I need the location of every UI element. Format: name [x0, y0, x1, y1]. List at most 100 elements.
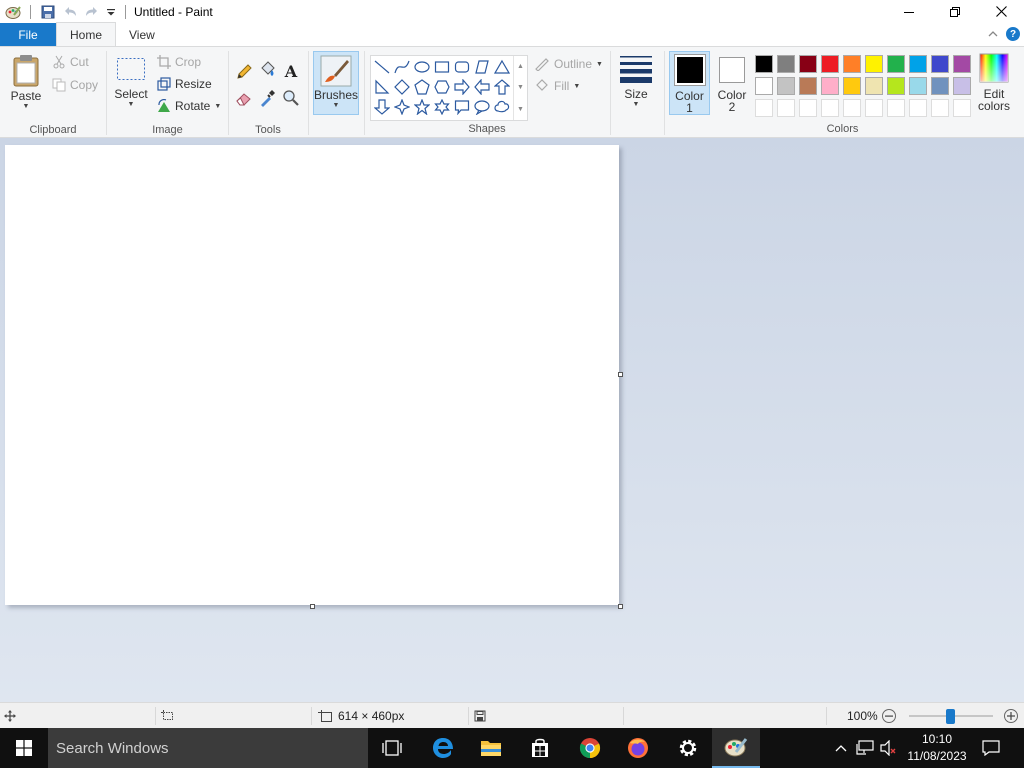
system-clock[interactable]: 10:10 11/08/2023: [898, 731, 976, 765]
palette-swatch[interactable]: [819, 53, 841, 75]
zoom-out-button[interactable]: [882, 709, 896, 723]
palette-swatch[interactable]: [797, 75, 819, 97]
curve-shape-icon[interactable]: [392, 57, 412, 77]
tab-home[interactable]: Home: [56, 22, 117, 46]
color2-button[interactable]: Color 2: [712, 51, 752, 115]
palette-swatch[interactable]: [885, 53, 907, 75]
help-icon[interactable]: ?: [1006, 27, 1020, 41]
resize-button[interactable]: Resize: [157, 74, 212, 94]
fill-button[interactable]: Fill ▼: [534, 76, 580, 96]
select-button[interactable]: Select ▼: [113, 57, 149, 108]
crop-button[interactable]: Crop: [157, 52, 201, 72]
edge-browser-icon[interactable]: [419, 728, 467, 768]
palette-empty-swatch[interactable]: [819, 97, 841, 119]
up-arrow-shape-icon[interactable]: [492, 77, 512, 97]
palette-swatch[interactable]: [775, 75, 797, 97]
paste-button[interactable]: Paste ▼: [6, 53, 46, 110]
taskbar-search-box[interactable]: Search Windows: [48, 728, 368, 768]
right-arrow-shape-icon[interactable]: [452, 77, 472, 97]
tab-view[interactable]: View: [116, 23, 168, 46]
shapes-scrollbar[interactable]: ▲ ▼ ▼: [513, 56, 527, 120]
network-icon[interactable]: [854, 728, 876, 768]
redo-icon[interactable]: [81, 1, 103, 23]
drawing-canvas[interactable]: [5, 145, 619, 605]
settings-gear-icon[interactable]: [664, 728, 712, 768]
five-point-star-shape-icon[interactable]: [412, 97, 432, 117]
palette-swatch[interactable]: [753, 53, 775, 75]
pentagon-shape-icon[interactable]: [412, 77, 432, 97]
rectangle-shape-icon[interactable]: [432, 57, 452, 77]
firefox-icon[interactable]: [614, 728, 662, 768]
notifications-icon[interactable]: [978, 728, 1004, 768]
restore-button[interactable]: [932, 0, 978, 23]
palette-empty-swatch[interactable]: [753, 97, 775, 119]
rect-callout-shape-icon[interactable]: [452, 97, 472, 117]
down-arrow-shape-icon[interactable]: [372, 97, 392, 117]
oval-shape-icon[interactable]: [412, 57, 432, 77]
zoom-in-button[interactable]: [1004, 709, 1018, 723]
six-point-star-shape-icon[interactable]: [432, 97, 452, 117]
polygon-shape-icon[interactable]: [472, 57, 492, 77]
canvas-resize-handle-right[interactable]: [618, 372, 623, 377]
size-button[interactable]: Size ▼: [616, 53, 656, 108]
zoom-slider-thumb[interactable]: [946, 709, 955, 724]
palette-empty-swatch[interactable]: [841, 97, 863, 119]
save-icon[interactable]: [37, 1, 59, 23]
palette-swatch[interactable]: [841, 75, 863, 97]
palette-swatch[interactable]: [863, 53, 885, 75]
palette-empty-swatch[interactable]: [775, 97, 797, 119]
scroll-down-icon[interactable]: ▼: [517, 84, 524, 91]
paint-app-icon[interactable]: [2, 1, 24, 23]
palette-swatch[interactable]: [929, 75, 951, 97]
left-arrow-shape-icon[interactable]: [472, 77, 492, 97]
canvas-resize-handle-bottom[interactable]: [310, 604, 315, 609]
close-button[interactable]: [978, 0, 1024, 23]
triangle-shape-icon[interactable]: [492, 57, 512, 77]
color-picker-icon[interactable]: [256, 87, 278, 109]
line-shape-icon[interactable]: [372, 57, 392, 77]
edit-colors-button[interactable]: Edit colors: [975, 53, 1013, 112]
palette-swatch[interactable]: [907, 53, 929, 75]
palette-empty-swatch[interactable]: [929, 97, 951, 119]
fill-bucket-icon[interactable]: [256, 59, 278, 81]
palette-swatch[interactable]: [819, 75, 841, 97]
rounded-rectangle-shape-icon[interactable]: [452, 57, 472, 77]
store-icon[interactable]: [516, 728, 564, 768]
right-triangle-shape-icon[interactable]: [372, 77, 392, 97]
rotate-button[interactable]: Rotate ▼: [157, 96, 221, 116]
magnifier-icon[interactable]: [280, 87, 302, 109]
minimize-button[interactable]: [886, 0, 932, 23]
oval-callout-shape-icon[interactable]: [472, 97, 492, 117]
scroll-up-icon[interactable]: ▲: [517, 63, 524, 70]
diamond-shape-icon[interactable]: [392, 77, 412, 97]
shapes-more-icon[interactable]: ▼: [517, 106, 524, 113]
hexagon-shape-icon[interactable]: [432, 77, 452, 97]
chrome-icon[interactable]: [566, 728, 614, 768]
pencil-icon[interactable]: [233, 61, 255, 83]
text-tool-icon[interactable]: A: [280, 60, 302, 82]
four-point-star-shape-icon[interactable]: [392, 97, 412, 117]
palette-swatch[interactable]: [753, 75, 775, 97]
palette-swatch[interactable]: [929, 53, 951, 75]
color1-button[interactable]: Color 1: [669, 51, 710, 115]
eraser-icon[interactable]: [233, 87, 255, 109]
customize-qat-icon[interactable]: [103, 1, 119, 23]
palette-swatch[interactable]: [863, 75, 885, 97]
undo-icon[interactable]: [59, 1, 81, 23]
palette-swatch[interactable]: [951, 53, 973, 75]
palette-empty-swatch[interactable]: [797, 97, 819, 119]
palette-empty-swatch[interactable]: [885, 97, 907, 119]
outline-button[interactable]: Outline ▼: [534, 54, 603, 74]
brushes-button[interactable]: Brushes ▼: [313, 51, 359, 115]
palette-swatch[interactable]: [907, 75, 929, 97]
palette-swatch[interactable]: [797, 53, 819, 75]
copy-button[interactable]: Copy: [52, 75, 98, 95]
tab-file[interactable]: File: [0, 23, 56, 46]
palette-swatch[interactable]: [951, 75, 973, 97]
palette-empty-swatch[interactable]: [863, 97, 885, 119]
cut-button[interactable]: Cut: [52, 52, 89, 72]
show-hidden-icons-chevron[interactable]: [832, 728, 850, 768]
palette-swatch[interactable]: [841, 53, 863, 75]
palette-empty-swatch[interactable]: [951, 97, 973, 119]
canvas-resize-handle-corner[interactable]: [618, 604, 623, 609]
